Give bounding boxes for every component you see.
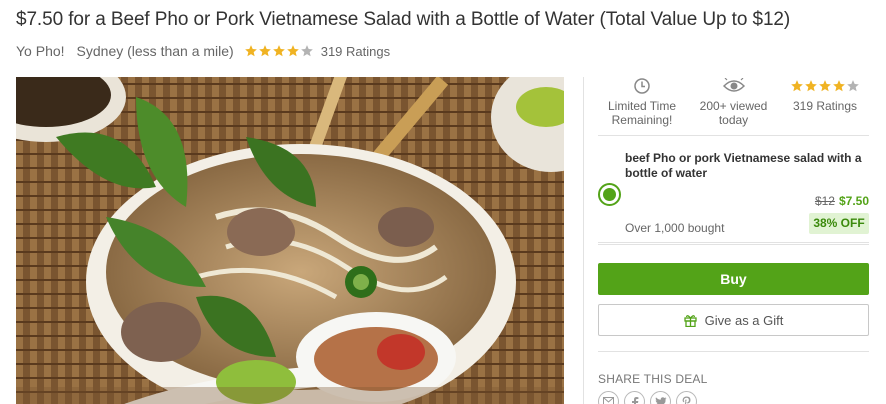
pho-bowl-image bbox=[16, 77, 564, 404]
eye-icon bbox=[690, 77, 778, 95]
share-buttons bbox=[598, 391, 702, 404]
rating-count[interactable]: 319 Ratings bbox=[321, 44, 390, 59]
twitter-icon[interactable] bbox=[650, 391, 671, 404]
stat-viewed-text: 200+ viewed today bbox=[699, 99, 768, 127]
star-filled-icon bbox=[790, 79, 804, 93]
deal-photo[interactable] bbox=[16, 77, 564, 404]
deal-stats: Limited Time Remaining! 200+ viewed toda… bbox=[598, 77, 869, 136]
new-price: $7.50 bbox=[838, 194, 869, 208]
stat-viewed: 200+ viewed today bbox=[690, 77, 778, 135]
star-empty-icon bbox=[300, 44, 314, 58]
discount-badge: 38% OFF bbox=[809, 213, 869, 234]
sidebar-rating-stars bbox=[790, 79, 860, 93]
radio-selected-dot bbox=[603, 188, 616, 201]
share-label: SHARE THIS DEAL bbox=[598, 372, 708, 386]
star-filled-icon bbox=[818, 79, 832, 93]
stat-ratings-text: 319 Ratings bbox=[792, 99, 858, 113]
star-filled-icon bbox=[832, 79, 846, 93]
clock-icon bbox=[598, 77, 686, 95]
star-filled-icon bbox=[272, 44, 286, 58]
gift-icon bbox=[683, 314, 697, 327]
stat-limited-time-text: Limited Time Remaining! bbox=[607, 99, 677, 127]
star-filled-icon bbox=[258, 44, 272, 58]
rating-stars bbox=[244, 44, 314, 58]
email-icon[interactable] bbox=[598, 391, 619, 404]
option-price: $12 $7.50 bbox=[815, 194, 869, 208]
column-divider bbox=[583, 77, 584, 404]
merchant-location[interactable]: Sydney (less than a mile) bbox=[77, 43, 234, 59]
pinterest-icon[interactable] bbox=[676, 391, 697, 404]
deal-meta: Yo Pho! Sydney (less than a mile) 319 Ra… bbox=[16, 43, 390, 59]
old-price: $12 bbox=[814, 194, 835, 208]
star-empty-icon bbox=[846, 79, 860, 93]
give-as-gift-button[interactable]: Give as a Gift bbox=[598, 304, 869, 336]
deal-title: $7.50 for a Beef Pho or Pork Vietnamese … bbox=[16, 9, 791, 30]
option-bought: Over 1,000 bought bbox=[625, 221, 725, 235]
star-filled-icon bbox=[244, 44, 258, 58]
merchant-name[interactable]: Yo Pho! bbox=[16, 43, 65, 59]
option-name: beef Pho or pork Vietnamese salad with a… bbox=[625, 151, 862, 180]
star-filled-icon bbox=[286, 44, 300, 58]
option-divider bbox=[598, 244, 869, 245]
facebook-icon[interactable] bbox=[624, 391, 645, 404]
stat-limited-time: Limited Time Remaining! bbox=[598, 77, 686, 135]
gift-label: Give as a Gift bbox=[704, 312, 784, 328]
option-radio[interactable] bbox=[598, 183, 621, 206]
buy-button[interactable]: Buy bbox=[598, 263, 869, 295]
star-filled-icon bbox=[804, 79, 818, 93]
stat-ratings[interactable]: 319 Ratings bbox=[781, 77, 869, 135]
share-divider bbox=[598, 351, 869, 352]
